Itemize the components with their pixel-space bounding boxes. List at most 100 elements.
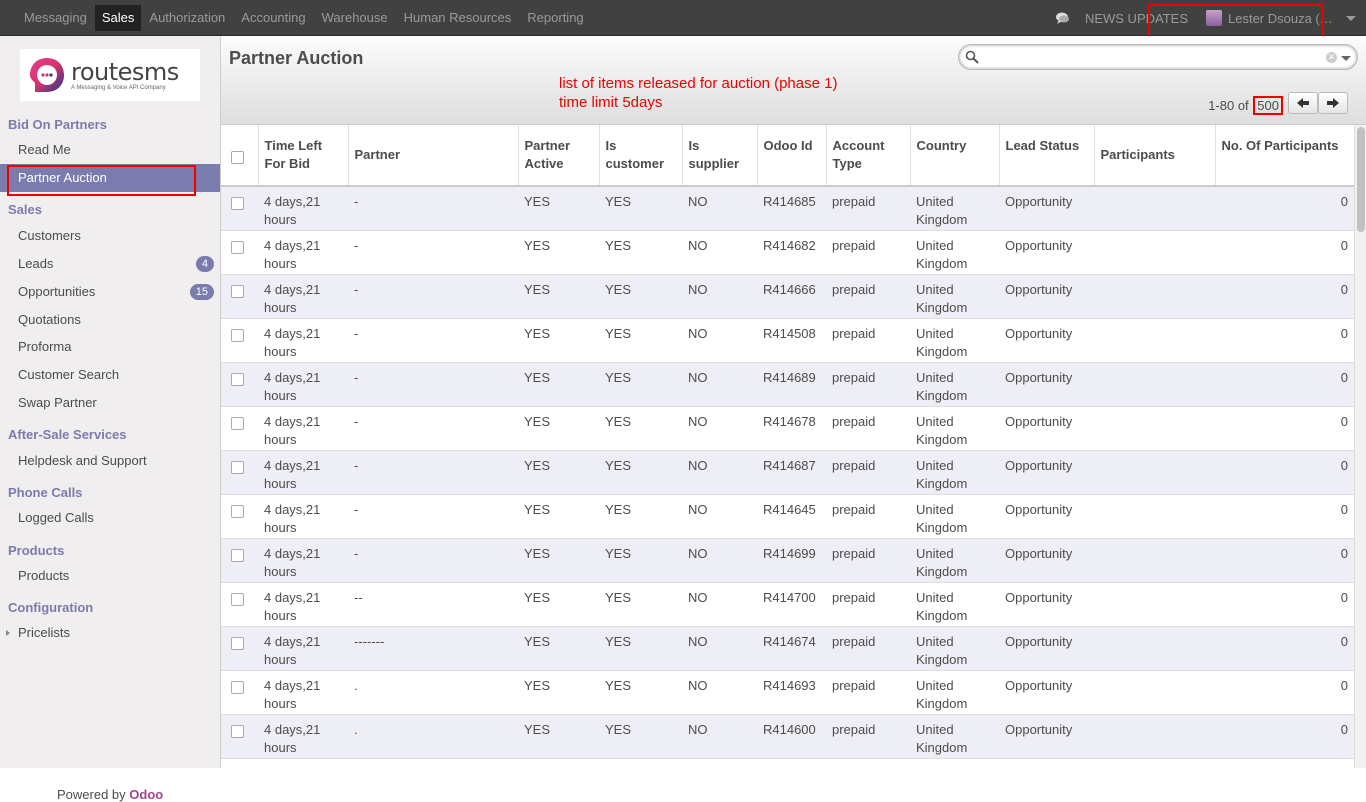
column-header-odoo-id[interactable]: Odoo Id bbox=[757, 125, 827, 187]
sidebar-item-read-me[interactable]: Read Me bbox=[0, 136, 220, 164]
table-row[interactable]: 4 days,21 hours - YES YES NO R414685 prepaid Un… bbox=[221, 186, 1354, 231]
count-badge: 4 bbox=[195, 256, 214, 272]
cell-no-of-participants: 0 bbox=[1215, 714, 1354, 759]
clear-icon[interactable]: ✕ bbox=[1326, 52, 1337, 63]
top-menu-warehouse[interactable]: Warehouse bbox=[314, 0, 396, 36]
row-checkbox[interactable] bbox=[231, 197, 244, 210]
top-menu-sales[interactable]: Sales bbox=[94, 5, 142, 31]
search-box[interactable]: ✕ bbox=[958, 44, 1358, 70]
sidebar-item-pricelists[interactable]: Pricelists bbox=[0, 619, 220, 647]
sidebar-item-opportunities[interactable]: Opportunities 15 bbox=[0, 278, 220, 306]
cell-no-of-participants bbox=[1215, 758, 1354, 768]
cell-is-supplier: NO bbox=[682, 318, 757, 363]
sidebar-item-products[interactable]: Products bbox=[0, 562, 220, 590]
sidebar-item-customers[interactable]: Customers bbox=[0, 222, 220, 250]
row-select-cell bbox=[221, 670, 258, 715]
sidebar-item-customer-search[interactable]: Customer Search bbox=[0, 361, 220, 389]
pager-next-button[interactable] bbox=[1318, 92, 1348, 114]
cell-partner: - bbox=[348, 274, 518, 319]
row-checkbox[interactable] bbox=[231, 636, 244, 650]
cell-time-left-for-bid: 4 days,21 hours bbox=[258, 274, 348, 319]
row-checkbox[interactable] bbox=[231, 460, 244, 474]
table-row[interactable]: 4 days,21 hours - YES YES NO R414678 prepaid Un… bbox=[221, 406, 1354, 451]
table-row[interactable] bbox=[221, 758, 1354, 768]
pager-prev-button[interactable] bbox=[1288, 92, 1318, 114]
top-menu-accounting[interactable]: Accounting bbox=[233, 0, 313, 36]
row-select-cell bbox=[221, 186, 258, 231]
row-checkbox[interactable] bbox=[231, 680, 244, 694]
top-right: NEWS UPDATES Lester Dsouza (ROUTE... bbox=[1055, 0, 1366, 36]
scrollbar-thumb[interactable] bbox=[1357, 127, 1365, 232]
cell-is-customer: YES bbox=[599, 230, 682, 275]
cell-participants bbox=[1094, 450, 1215, 495]
expand-arrow-icon[interactable] bbox=[6, 630, 10, 636]
column-header-no-of-participants[interactable]: No. Of Participants bbox=[1215, 125, 1354, 187]
table-row[interactable]: 4 days,21 hours -- YES YES NO R414700 prepaid U… bbox=[221, 582, 1354, 627]
cell-odoo-id: R414685 bbox=[757, 186, 826, 231]
column-header-country[interactable]: Country bbox=[910, 125, 1000, 187]
row-checkbox[interactable] bbox=[231, 240, 244, 254]
row-checkbox[interactable] bbox=[231, 724, 244, 738]
cell-account-type: prepaid bbox=[826, 582, 910, 627]
sidebar-item-quotations[interactable]: Quotations bbox=[0, 306, 220, 334]
vertical-scrollbar[interactable] bbox=[1354, 125, 1366, 768]
column-header-account-type[interactable]: Account Type bbox=[826, 125, 911, 187]
column-header-partner-active[interactable]: Partner Active bbox=[518, 125, 600, 187]
search-options-icon[interactable] bbox=[1341, 56, 1351, 61]
cell-time-left-for-bid: 4 days,21 hours bbox=[258, 450, 348, 495]
table-row[interactable]: 4 days,21 hours ------- YES YES NO R414674 pre… bbox=[221, 626, 1354, 671]
table-row[interactable]: 4 days,21 hours - YES YES NO R414645 prepaid Un… bbox=[221, 494, 1354, 539]
table-row[interactable]: 4 days,21 hours - YES YES NO R414687 prepaid Un… bbox=[221, 450, 1354, 495]
list-view: Time Left For Bid Partner Partner Active Is… bbox=[221, 125, 1354, 768]
cell-lead-status: Opportunity bbox=[999, 538, 1094, 583]
column-header-is-supplier[interactable]: Is supplier bbox=[682, 125, 758, 187]
odoo-link[interactable]: Odoo bbox=[129, 787, 163, 802]
sidebar-item-proforma[interactable]: Proforma bbox=[0, 333, 220, 361]
sidebar-item-partner-auction[interactable]: Partner Auction bbox=[0, 164, 220, 192]
row-checkbox[interactable] bbox=[231, 592, 244, 606]
row-checkbox[interactable] bbox=[231, 548, 244, 562]
row-checkbox[interactable] bbox=[231, 504, 244, 518]
table-row[interactable]: 4 days,21 hours - YES YES NO R414689 prepaid Un… bbox=[221, 362, 1354, 407]
row-checkbox[interactable] bbox=[231, 284, 244, 298]
cell-account-type: prepaid bbox=[826, 450, 910, 495]
sidebar-item-logged-calls[interactable]: Logged Calls bbox=[0, 504, 220, 532]
top-menu-reporting[interactable]: Reporting bbox=[519, 0, 591, 36]
column-header-time-left-for-bid[interactable]: Time Left For Bid bbox=[258, 125, 349, 187]
cell-is-supplier: NO bbox=[682, 274, 757, 319]
cell-is-customer: YES bbox=[599, 494, 682, 539]
table-row[interactable]: 4 days,21 hours - YES YES NO R414508 prepaid Un… bbox=[221, 318, 1354, 363]
cell-account-type: prepaid bbox=[826, 274, 910, 319]
cell-country: United Kingdom bbox=[910, 362, 999, 407]
chat-icon[interactable] bbox=[1055, 11, 1071, 25]
table-row[interactable]: 4 days,21 hours. YES YES NO R414693 prepaid Un… bbox=[221, 670, 1354, 715]
cell-lead-status: Opportunity bbox=[999, 450, 1094, 495]
row-checkbox[interactable] bbox=[231, 416, 244, 430]
pager-total[interactable]: 500 bbox=[1253, 96, 1283, 115]
cell-partner-active bbox=[518, 758, 599, 768]
avatar bbox=[1206, 10, 1222, 26]
sidebar-item-leads[interactable]: Leads 4 bbox=[0, 250, 220, 278]
table-row[interactable]: 4 days,21 hours - YES YES NO R414682 prepaid Un… bbox=[221, 230, 1354, 275]
cell-partner-active: YES bbox=[518, 626, 599, 671]
company-logo[interactable]: routesms A Messaging & Voice API Company bbox=[20, 49, 200, 101]
column-header-partner[interactable]: Partner bbox=[348, 125, 519, 187]
row-checkbox[interactable] bbox=[231, 372, 244, 386]
top-menu-authorization[interactable]: Authorization bbox=[141, 0, 233, 36]
top-menu-human-resources[interactable]: Human Resources bbox=[396, 0, 520, 36]
table-row[interactable]: 4 days,21 hours. YES YES NO R414600 prepaid Un… bbox=[221, 714, 1354, 759]
column-header-is-customer[interactable]: Is customer bbox=[599, 125, 683, 187]
top-menu-messaging[interactable]: Messaging bbox=[16, 0, 95, 36]
select-all-checkbox[interactable] bbox=[231, 150, 244, 164]
user-menu[interactable]: Lester Dsouza (ROUTE... bbox=[1198, 0, 1366, 36]
table-row[interactable]: 4 days,21 hours - YES YES NO R414666 prepaid Un… bbox=[221, 274, 1354, 319]
column-header-lead-status[interactable]: Lead Status bbox=[999, 125, 1095, 187]
top-bar: Messaging Sales Authorization Accounting War… bbox=[0, 0, 1366, 36]
sidebar-item-helpdesk-and-support[interactable]: Helpdesk and Support bbox=[0, 447, 220, 475]
search-input[interactable] bbox=[981, 48, 1311, 66]
sidebar-item-swap-partner[interactable]: Swap Partner bbox=[0, 389, 220, 417]
news-updates-link[interactable]: NEWS UPDATES bbox=[1085, 11, 1188, 26]
row-checkbox[interactable] bbox=[231, 328, 244, 342]
table-row[interactable]: 4 days,21 hours - YES YES NO R414699 prepaid Un… bbox=[221, 538, 1354, 583]
column-header-participants[interactable]: Participants bbox=[1094, 125, 1216, 187]
